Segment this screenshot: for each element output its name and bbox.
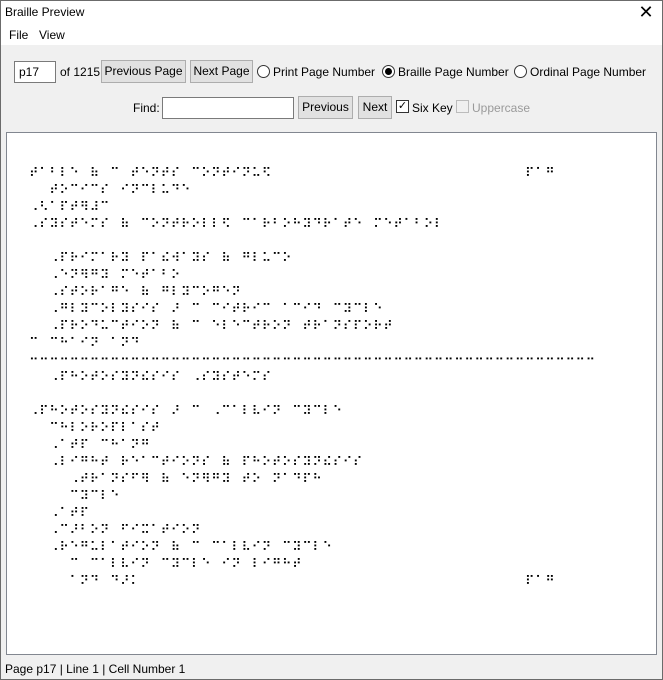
braille-line: ⠀⠀⠀⠀⠉⠀⠉⠁⠇⠧⠊⠝⠀⠉⠽⠉⠇⠑⠀⠊⠝⠀⠇⠊⠛⠓⠞ <box>29 557 303 572</box>
braille-line: ⠠⠏⠓⠕⠞⠕⠎⠽⠝⠮⠎⠊⠎⠀⠜⠀⠉⠀⠠⠉⠁⠇⠧⠊⠝⠀⠉⠽⠉⠇⠑ <box>29 404 343 419</box>
braille-line: ⠀⠀⠉⠓⠇⠕⠗⠕⠏⠇⠁⠎⠞ <box>29 421 161 436</box>
braille-line: ⠀⠀⠠⠏⠗⠊⠍⠁⠗⠽⠀⠏⠁⠮⠺⠁⠽⠎⠀⠷⠀⠛⠇⠥⠉⠕ <box>29 251 293 266</box>
braille-line: ⠀⠀⠠⠁⠞⠏⠀⠉⠓⠁⠝⠛ <box>29 438 151 453</box>
braille-preview-pane[interactable]: ⠞⠁⠃⠇⠑⠀⠷⠀⠉⠀⠞⠑⠝⠞⠎⠀⠉⠕⠝⠞⠊⠝⠥⠫⠀⠀⠀⠀⠀⠀⠀⠀⠀⠀⠀⠀⠀⠀⠀⠀… <box>6 132 657 655</box>
menu-file[interactable]: File <box>9 28 28 42</box>
six-key-checkbox[interactable]: ✓ <box>396 100 409 113</box>
braille-line: ⠠⠎⠽⠎⠞⠑⠍⠎⠀⠷⠀⠉⠕⠝⠞⠗⠕⠇⠇⠫⠀⠉⠁⠗⠃⠕⠓⠽⠙⠗⠁⠞⠑⠀⠍⠑⠞⠁⠃⠕… <box>29 217 444 232</box>
uppercase-checkbox[interactable] <box>456 100 469 113</box>
previous-page-button[interactable]: Previous Page <box>101 60 186 83</box>
radio-print-page-number-label[interactable]: Print Page Number <box>273 65 375 79</box>
braille-line: ⠀⠀⠠⠁⠞⠏ <box>29 506 90 521</box>
radio-braille-page-number-label[interactable]: Braille Page Number <box>398 65 509 79</box>
radio-ordinal-page-number[interactable] <box>514 65 527 78</box>
find-input[interactable] <box>162 97 294 119</box>
braille-line: ⠠⠣⠁⠏⠞⠻⠼⠉ <box>29 200 110 215</box>
menu-bar: File View <box>1 25 662 45</box>
next-page-button[interactable]: Next Page <box>190 60 253 83</box>
braille-line: ⠀⠀⠠⠎⠞⠕⠗⠁⠛⠑⠀⠷⠀⠛⠇⠽⠉⠕⠛⠑⠝ <box>29 285 242 300</box>
status-text: Page p17 | Line 1 | Cell Number 1 <box>5 662 186 676</box>
page-count-label: of 1215 <box>60 65 101 79</box>
close-icon[interactable]: ✕ <box>636 2 656 22</box>
braille-line: ⠀⠀⠠⠗⠑⠛⠥⠇⠁⠞⠊⠕⠝⠀⠷⠀⠉⠀⠉⠁⠇⠧⠊⠝⠀⠉⠽⠉⠇⠑ <box>29 540 333 555</box>
find-next-button[interactable]: Next <box>358 96 392 119</box>
braille-preview-window: Braille Preview ✕ File View of 1215 Prev… <box>0 0 663 680</box>
find-label: Find: <box>133 101 160 115</box>
braille-line: ⠒⠒⠒⠒⠒⠒⠒⠒⠒⠒⠒⠒⠒⠒⠒⠒⠒⠒⠒⠒⠒⠒⠒⠒⠒⠒⠒⠒⠒⠒⠒⠒⠒⠒⠒⠒⠒⠒⠒⠒… <box>29 353 596 368</box>
menu-view[interactable]: View <box>39 28 65 42</box>
radio-print-page-number[interactable] <box>257 65 270 78</box>
radio-ordinal-page-number-label[interactable]: Ordinal Page Number <box>530 65 646 79</box>
braille-line: ⠀⠀⠀⠀⠠⠞⠗⠁⠝⠎⠋⠻⠀⠷⠀⠑⠝⠻⠛⠽⠀⠞⠕⠀⠝⠁⠙⠏⠓ <box>29 472 323 487</box>
window-title: Braille Preview <box>5 5 85 19</box>
uppercase-label: Uppercase <box>472 101 531 115</box>
braille-line: ⠀⠀⠠⠇⠊⠛⠓⠞⠀⠗⠑⠁⠉⠞⠊⠕⠝⠎⠀⠷⠀⠏⠓⠕⠞⠕⠎⠽⠝⠮⠎⠊⠎ <box>29 455 364 470</box>
braille-line: ⠀⠀⠀⠀⠁⠝⠙⠀⠙⠜⠅⠀⠀⠀⠀⠀⠀⠀⠀⠀⠀⠀⠀⠀⠀⠀⠀⠀⠀⠀⠀⠀⠀⠀⠀⠀⠀⠀⠀⠀… <box>29 574 556 589</box>
braille-line: ⠀⠀⠠⠏⠓⠕⠞⠕⠎⠽⠝⠮⠎⠊⠎⠀⠠⠎⠽⠎⠞⠑⠍⠎ <box>29 370 272 385</box>
braille-line: ⠀⠀⠠⠉⠜⠃⠕⠝⠀⠋⠊⠭⠁⠞⠊⠕⠝ <box>29 523 202 538</box>
braille-line: ⠀⠀⠠⠏⠗⠕⠙⠥⠉⠞⠊⠕⠝⠀⠷⠀⠉⠀⠑⠇⠑⠉⠞⠗⠕⠝⠀⠞⠗⠁⠝⠎⠏⠕⠗⠞ <box>29 319 394 334</box>
braille-line: ⠞⠁⠃⠇⠑⠀⠷⠀⠉⠀⠞⠑⠝⠞⠎⠀⠉⠕⠝⠞⠊⠝⠥⠫⠀⠀⠀⠀⠀⠀⠀⠀⠀⠀⠀⠀⠀⠀⠀⠀… <box>29 166 556 181</box>
braille-line: ⠀⠀⠠⠑⠝⠻⠛⠽⠀⠍⠑⠞⠁⠃⠕ <box>29 268 181 283</box>
braille-line: ⠀⠀⠀⠀⠉⠽⠉⠇⠑ <box>29 489 121 504</box>
page-number-input[interactable] <box>14 61 56 83</box>
title-bar: Braille Preview ✕ <box>1 1 662 25</box>
braille-line: ⠀⠀⠠⠛⠇⠽⠉⠕⠇⠽⠎⠊⠎⠀⠜⠀⠉⠀⠉⠊⠞⠗⠊⠉⠀⠁⠉⠊⠙⠀⠉⠽⠉⠇⠑ <box>29 302 384 317</box>
six-key-label[interactable]: Six Key <box>412 101 453 115</box>
find-previous-button[interactable]: Previous <box>298 96 353 119</box>
radio-braille-page-number[interactable] <box>382 65 395 78</box>
status-bar: Page p17 | Line 1 | Cell Number 1 <box>1 658 662 679</box>
braille-line: ⠉⠀⠉⠓⠁⠊⠝⠀⠁⠝⠙⠀⠀⠀⠀⠀⠀⠀⠀⠀⠀⠀⠀⠀⠀⠀⠀⠀⠀⠀⠀⠀⠀⠀⠀⠀⠀⠀ <box>29 336 414 351</box>
braille-line: ⠀⠀⠞⠕⠉⠊⠉⠎⠀⠊⠝⠉⠇⠥⠙⠑ <box>29 183 191 198</box>
